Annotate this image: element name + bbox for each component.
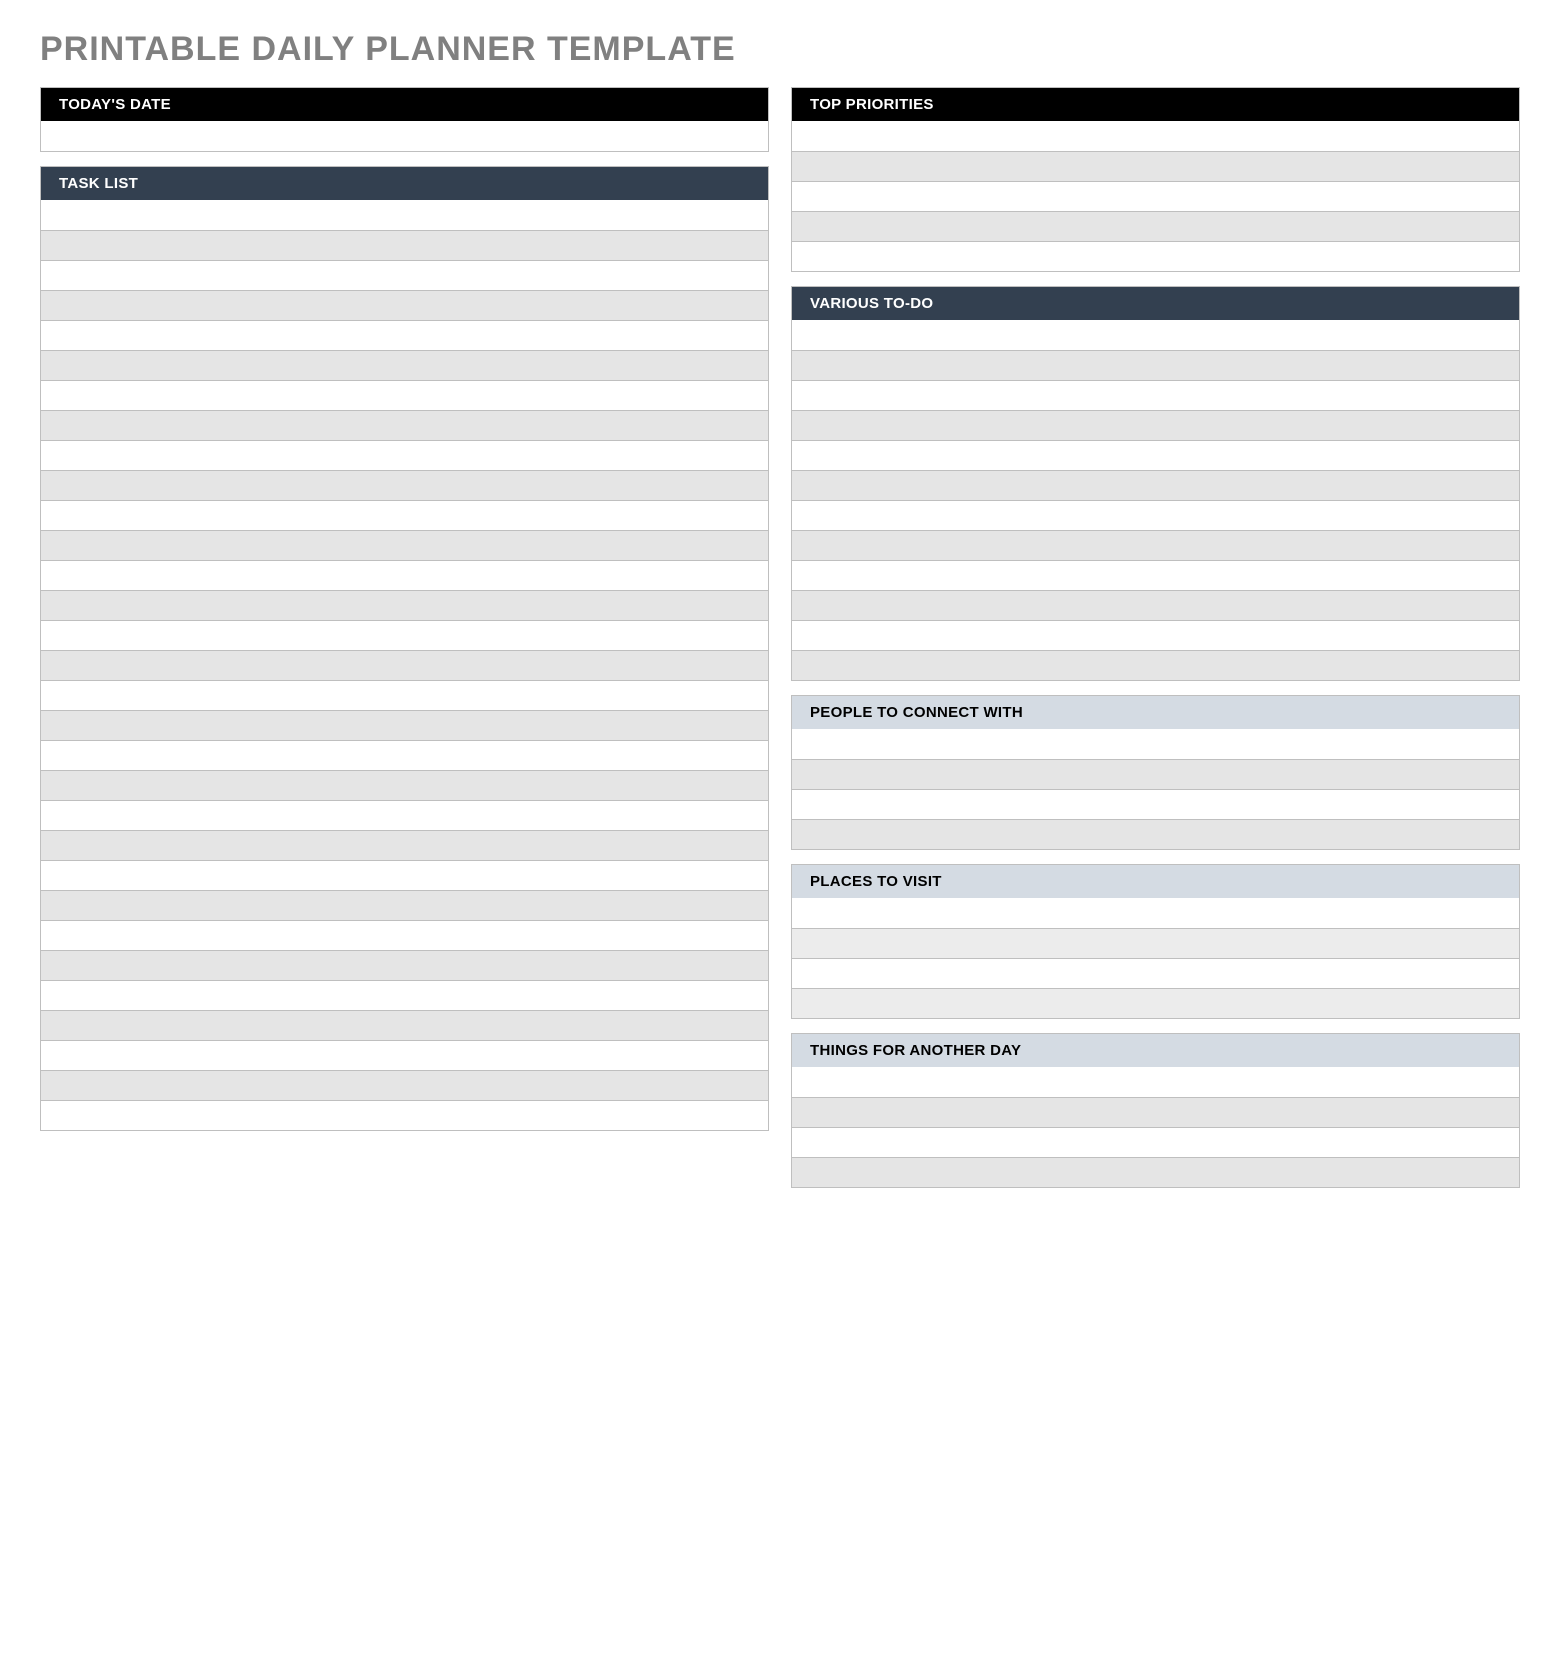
another-day-header: THINGS FOR ANOTHER DAY xyxy=(792,1034,1519,1067)
input-row[interactable] xyxy=(41,950,768,980)
input-row[interactable] xyxy=(792,819,1519,849)
people-connect-section: PEOPLE TO CONNECT WITH xyxy=(791,695,1520,850)
input-row[interactable] xyxy=(41,380,768,410)
input-row[interactable] xyxy=(41,980,768,1010)
right-column: TOP PRIORITIES VARIOUS TO-DO PEOPLE TO C… xyxy=(791,87,1520,1188)
input-row[interactable] xyxy=(792,560,1519,590)
todays-date-rows xyxy=(41,121,768,151)
input-row[interactable] xyxy=(41,1100,768,1130)
input-row[interactable] xyxy=(792,1067,1519,1097)
input-row[interactable] xyxy=(41,890,768,920)
input-row[interactable] xyxy=(792,620,1519,650)
input-row[interactable] xyxy=(41,830,768,860)
input-row[interactable] xyxy=(792,320,1519,350)
input-row[interactable] xyxy=(41,200,768,230)
input-row[interactable] xyxy=(41,1010,768,1040)
input-row[interactable] xyxy=(792,988,1519,1018)
input-row[interactable] xyxy=(792,650,1519,680)
task-list-header: TASK LIST xyxy=(41,167,768,200)
input-row[interactable] xyxy=(41,770,768,800)
input-row[interactable] xyxy=(41,121,768,151)
input-row[interactable] xyxy=(41,320,768,350)
input-row[interactable] xyxy=(792,729,1519,759)
input-row[interactable] xyxy=(41,500,768,530)
input-row[interactable] xyxy=(41,860,768,890)
places-visit-header: PLACES TO VISIT xyxy=(792,865,1519,898)
todays-date-header: TODAY'S DATE xyxy=(41,88,768,121)
page-title: PRINTABLE DAILY PLANNER TEMPLATE xyxy=(40,30,1520,69)
input-row[interactable] xyxy=(792,1157,1519,1187)
input-row[interactable] xyxy=(792,440,1519,470)
input-row[interactable] xyxy=(792,121,1519,151)
input-row[interactable] xyxy=(41,650,768,680)
another-day-rows xyxy=(792,1067,1519,1187)
todays-date-section: TODAY'S DATE xyxy=(40,87,769,152)
input-row[interactable] xyxy=(41,590,768,620)
various-todo-rows xyxy=(792,320,1519,680)
input-row[interactable] xyxy=(792,151,1519,181)
people-connect-header: PEOPLE TO CONNECT WITH xyxy=(792,696,1519,729)
input-row[interactable] xyxy=(792,590,1519,620)
planner-columns: TODAY'S DATE TASK LIST TOP PRIORITIES VA… xyxy=(40,87,1520,1188)
left-column: TODAY'S DATE TASK LIST xyxy=(40,87,769,1188)
input-row[interactable] xyxy=(792,958,1519,988)
input-row[interactable] xyxy=(41,920,768,950)
input-row[interactable] xyxy=(41,1070,768,1100)
input-row[interactable] xyxy=(792,410,1519,440)
task-list-rows xyxy=(41,200,768,1130)
input-row[interactable] xyxy=(792,211,1519,241)
places-visit-section: PLACES TO VISIT xyxy=(791,864,1520,1019)
input-row[interactable] xyxy=(792,530,1519,560)
input-row[interactable] xyxy=(792,928,1519,958)
input-row[interactable] xyxy=(41,530,768,560)
input-row[interactable] xyxy=(792,789,1519,819)
input-row[interactable] xyxy=(41,410,768,440)
input-row[interactable] xyxy=(41,710,768,740)
top-priorities-rows xyxy=(792,121,1519,271)
input-row[interactable] xyxy=(41,260,768,290)
input-row[interactable] xyxy=(792,470,1519,500)
input-row[interactable] xyxy=(41,740,768,770)
input-row[interactable] xyxy=(792,500,1519,530)
people-connect-rows xyxy=(792,729,1519,849)
input-row[interactable] xyxy=(792,1127,1519,1157)
task-list-section: TASK LIST xyxy=(40,166,769,1131)
various-todo-header: VARIOUS TO-DO xyxy=(792,287,1519,320)
top-priorities-section: TOP PRIORITIES xyxy=(791,87,1520,272)
places-visit-rows xyxy=(792,898,1519,1018)
another-day-section: THINGS FOR ANOTHER DAY xyxy=(791,1033,1520,1188)
input-row[interactable] xyxy=(792,241,1519,271)
input-row[interactable] xyxy=(41,680,768,710)
input-row[interactable] xyxy=(41,290,768,320)
input-row[interactable] xyxy=(41,620,768,650)
input-row[interactable] xyxy=(792,380,1519,410)
input-row[interactable] xyxy=(41,350,768,380)
input-row[interactable] xyxy=(41,1040,768,1070)
input-row[interactable] xyxy=(41,470,768,500)
input-row[interactable] xyxy=(792,898,1519,928)
various-todo-section: VARIOUS TO-DO xyxy=(791,286,1520,681)
input-row[interactable] xyxy=(41,800,768,830)
input-row[interactable] xyxy=(41,230,768,260)
top-priorities-header: TOP PRIORITIES xyxy=(792,88,1519,121)
input-row[interactable] xyxy=(792,1097,1519,1127)
input-row[interactable] xyxy=(792,759,1519,789)
input-row[interactable] xyxy=(41,560,768,590)
input-row[interactable] xyxy=(792,181,1519,211)
input-row[interactable] xyxy=(41,440,768,470)
input-row[interactable] xyxy=(792,350,1519,380)
